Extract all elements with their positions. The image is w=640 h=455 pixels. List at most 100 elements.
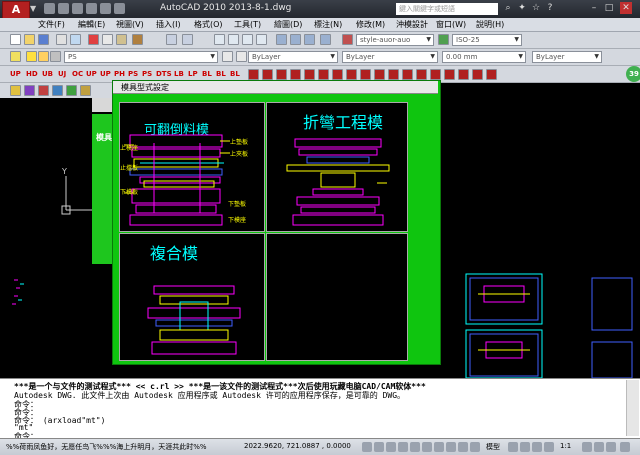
menu-die-design[interactable]: 沖模設計 [396,19,428,30]
lineweight-icon[interactable] [458,442,468,452]
pan-icon[interactable] [520,442,530,452]
chinese-tool-icon[interactable] [402,69,413,80]
layer-manager-icon[interactable] [10,51,21,62]
tool-ph[interactable]: PH [114,69,125,79]
tool-ps[interactable]: PS [128,69,138,79]
zoom-icon[interactable] [532,442,542,452]
menu-tools[interactable]: 工具(T) [234,19,261,30]
tool-up[interactable]: UP [10,69,21,79]
chinese-tool-icon[interactable] [346,69,357,80]
menu-insert[interactable]: 插入(I) [156,19,181,30]
ducs-icon[interactable] [434,442,444,452]
chinese-tool-icon[interactable] [360,69,371,80]
tool-ps-2[interactable]: PS [142,69,152,79]
tool-bl[interactable]: BL [202,69,212,79]
search-input[interactable]: 鍵入關鍵字或短語 [396,3,498,15]
tool-icon[interactable] [66,85,77,96]
open-icon[interactable] [24,34,35,45]
plot-icon[interactable] [114,3,125,14]
ortho-icon[interactable] [386,442,396,452]
annotation-visibility-icon[interactable] [582,442,592,452]
undo-icon[interactable] [86,3,97,14]
model-space-button[interactable]: 模型 [486,442,500,452]
zoom-previous-icon[interactable] [256,34,267,45]
chinese-tool-icon[interactable] [276,69,287,80]
lock-icon[interactable] [50,51,61,62]
chinese-tool-icon[interactable] [262,69,273,80]
chinese-tool-icon[interactable] [332,69,343,80]
tool-lp[interactable]: LP [188,69,198,79]
tool-uj[interactable]: UJ [58,69,66,79]
application-menu-button[interactable]: A [2,1,30,19]
redo-icon[interactable] [100,3,111,14]
tool-oc[interactable]: OC [72,69,83,79]
tool-icon[interactable] [80,85,91,96]
polar-icon[interactable] [398,442,408,452]
menu-file[interactable]: 文件(F) [38,19,65,30]
otrack-icon[interactable] [422,442,432,452]
snap-icon[interactable] [362,442,372,452]
tool-palettes-icon[interactable] [304,34,315,45]
copy-icon[interactable] [102,34,113,45]
plotstyle-select[interactable]: ByLayer ▼ [532,51,602,63]
chinese-tool-icon[interactable] [374,69,385,80]
layer-select[interactable]: PS ▼ [64,51,218,63]
close-icon[interactable]: ✕ [620,2,632,14]
tool-bl-3[interactable]: BL [230,69,240,79]
properties-icon[interactable] [276,34,287,45]
notification-badge[interactable]: 39 [626,66,640,82]
command-scrollbar[interactable] [626,380,639,436]
paste-icon[interactable] [116,34,127,45]
tool-up-3[interactable]: UP [100,69,111,79]
chinese-tool-icon[interactable] [304,69,315,80]
communication-center-icon[interactable]: ✦ [516,2,528,14]
zoom-window-icon[interactable] [242,34,253,45]
chevron-down-icon[interactable]: ▼ [30,4,36,13]
lock-icon[interactable] [606,442,616,452]
search-icon[interactable]: ⌕ [502,2,514,14]
tool-lb[interactable]: LB [174,69,184,79]
chinese-tool-icon[interactable] [472,69,483,80]
open-icon[interactable] [58,3,69,14]
dyn-icon[interactable] [446,442,456,452]
menu-help[interactable]: 說明(H) [476,19,504,30]
zoom-realtime-icon[interactable] [228,34,239,45]
pan-icon[interactable] [214,34,225,45]
option-bending-die[interactable]: 折彎工程模 [266,102,408,232]
chinese-tool-icon[interactable] [290,69,301,80]
preview-icon[interactable] [70,34,81,45]
option-empty[interactable] [266,233,408,361]
option-flip-die[interactable]: 可翻倒料模 上墊板 上夾板 上模座 止擋板 下模板 下墊板 下模座 [119,102,265,232]
command-window[interactable]: ***是一个与文件的测试程式*** << c.rl >> ***是一该文件的测试… [0,378,640,441]
chinese-tool-icon[interactable] [248,69,259,80]
tool-ub[interactable]: UB [42,69,53,79]
grid-icon[interactable] [374,442,384,452]
color-select[interactable]: ByLayer ▼ [248,51,338,63]
linetype-select[interactable]: ByLayer ▼ [342,51,438,63]
tool-hd[interactable]: HD [26,69,38,79]
undo-icon[interactable] [166,34,177,45]
menu-format[interactable]: 格式(O) [194,19,223,30]
text-style-select[interactable]: style-auor-auo ▼ [356,34,434,46]
favorites-icon[interactable]: ☆ [530,2,542,14]
match-properties-icon[interactable] [132,34,143,45]
chinese-tool-icon[interactable] [458,69,469,80]
tool-icon[interactable] [38,85,49,96]
save-icon[interactable] [38,34,49,45]
menu-view[interactable]: 視圖(V) [116,19,144,30]
cut-icon[interactable] [88,34,99,45]
plot-icon[interactable] [56,34,67,45]
layer-previous-icon[interactable] [236,51,247,62]
chinese-tool-icon[interactable] [416,69,427,80]
chinese-tool-icon[interactable] [444,69,455,80]
quick-properties-icon[interactable] [470,442,480,452]
menu-dimension[interactable]: 標注(N) [314,19,342,30]
tool-icon[interactable] [24,85,35,96]
lineweight-select[interactable]: 0.00 mm ▼ [442,51,526,63]
maximize-icon[interactable]: □ [603,2,615,14]
tool-bl-2[interactable]: BL [216,69,226,79]
menu-edit[interactable]: 編輯(E) [78,19,105,30]
tool-dts[interactable]: DTS [156,69,172,79]
tool-up-2[interactable]: UP [86,69,97,79]
menu-modify[interactable]: 修改(M) [356,19,385,30]
